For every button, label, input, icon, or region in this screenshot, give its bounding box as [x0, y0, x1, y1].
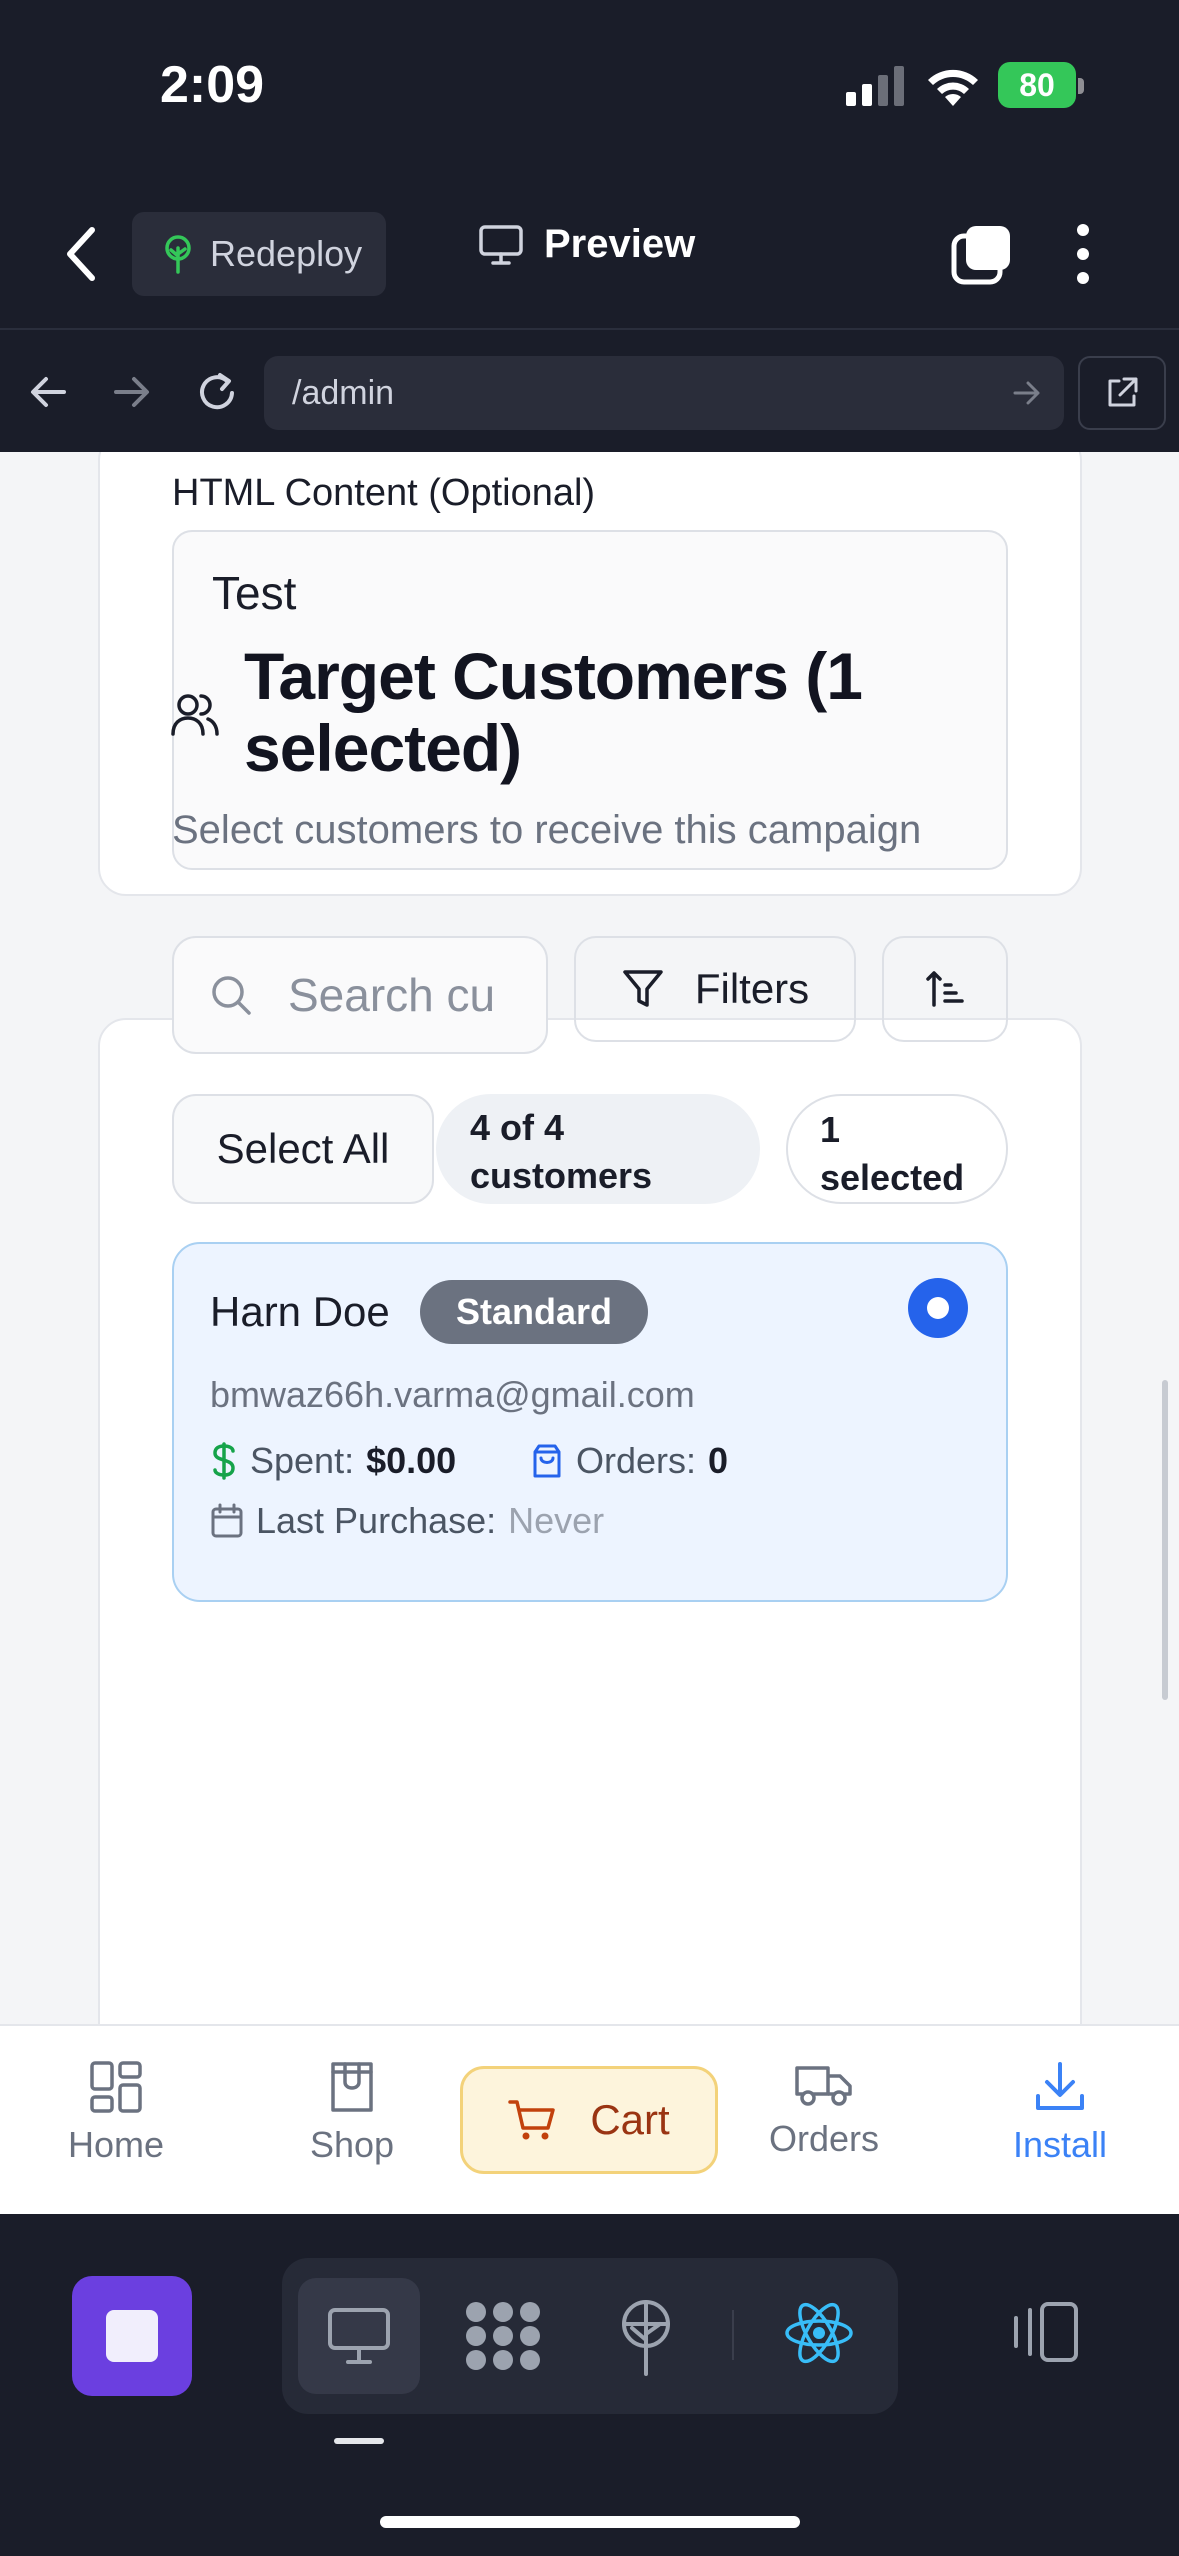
cellular-signal-icon — [846, 66, 904, 106]
customer-tier-badge: Standard — [420, 1280, 648, 1344]
html-content-value: Test — [212, 567, 297, 619]
customer-email: bmwaz66h.varma@gmail.com — [210, 1374, 695, 1415]
search-icon — [212, 976, 251, 1015]
more-options-icon[interactable] — [1075, 222, 1091, 286]
cart-label: Cart — [590, 2096, 670, 2143]
dock-react-button[interactable] — [784, 2300, 854, 2366]
chevron-left-icon[interactable] — [62, 222, 102, 286]
calendar-icon — [211, 1503, 243, 1538]
selected-count-badge: 1 selected — [786, 1094, 1008, 1204]
last-purchase-value: Never — [508, 1500, 605, 1541]
scrollbar[interactable] — [1162, 1380, 1168, 1700]
customer-spent: Spent: $0.00 — [210, 1440, 456, 1482]
grid-icon — [90, 2061, 142, 2113]
battery-indicator: 80 — [998, 62, 1076, 108]
search-placeholder: Search cu — [288, 969, 496, 1021]
redeploy-label: Redeploy — [210, 233, 363, 274]
filter-icon — [623, 970, 663, 1007]
html-content-label: HTML Content (Optional) — [172, 472, 596, 514]
stop-icon — [106, 2310, 158, 2362]
nav-install[interactable]: Install — [960, 2060, 1160, 2166]
preview-label: Preview — [544, 222, 696, 266]
tree-icon — [622, 2300, 670, 2376]
spent-value: $0.00 — [366, 1440, 457, 1481]
sort-ascending-icon — [926, 971, 964, 1007]
shop-icon — [331, 2062, 373, 2112]
dollar-icon — [213, 1442, 235, 1480]
dock-preview-button[interactable] — [298, 2278, 420, 2394]
status-time: 2:09 — [160, 56, 265, 114]
dock-layout-button[interactable] — [1010, 2300, 1080, 2364]
dock-deploy-button[interactable] — [616, 2300, 676, 2376]
nav-shop-label: Shop — [309, 2124, 395, 2165]
go-arrow-icon[interactable] — [1012, 378, 1042, 408]
nav-home[interactable]: Home — [16, 2060, 216, 2166]
shopping-bag-icon — [533, 1444, 561, 1478]
redeploy-button[interactable]: Redeploy — [132, 212, 386, 296]
customer-last-purchase: Last Purchase: Never — [210, 1500, 604, 1542]
sort-button[interactable] — [882, 936, 1008, 1042]
stop-button[interactable] — [72, 2276, 192, 2396]
customer-search-input[interactable]: Search cu — [172, 936, 548, 1054]
select-all-label: Select All — [216, 1125, 390, 1172]
dock-separator — [732, 2310, 734, 2360]
tree-icon — [165, 235, 191, 274]
arrow-left-icon[interactable] — [28, 372, 68, 412]
target-customers-subtitle: Select customers to receive this campaig… — [172, 808, 922, 852]
nav-shop[interactable]: Shop — [252, 2060, 452, 2166]
active-indicator — [334, 2438, 384, 2444]
customer-count-badge: 4 of 4 customers — [436, 1094, 760, 1204]
download-icon — [1036, 2062, 1084, 2110]
cart-button[interactable]: Cart — [460, 2066, 718, 2174]
last-purchase-label: Last Purchase: — [256, 1500, 497, 1541]
nav-orders-label: Orders — [768, 2118, 880, 2159]
select-all-button[interactable]: Select All — [172, 1094, 434, 1204]
orders-value: 0 — [708, 1440, 729, 1481]
users-icon — [171, 694, 219, 736]
orders-label: Orders: — [576, 1440, 697, 1481]
dock-dots-button[interactable] — [464, 2300, 542, 2372]
arrow-right-icon[interactable] — [112, 372, 152, 412]
target-customers-title: Target Customers (1 selected) — [244, 639, 863, 785]
customer-name: Harn Doe — [210, 1288, 390, 1335]
filters-label: Filters — [694, 965, 810, 1012]
react-icon — [785, 2302, 853, 2364]
nav-orders[interactable]: Orders — [724, 2060, 924, 2160]
tabs-switcher-icon[interactable] — [950, 222, 1014, 286]
monitor-icon — [328, 2308, 390, 2364]
home-indicator[interactable] — [380, 2516, 800, 2528]
battery-level: 80 — [1019, 66, 1055, 103]
external-link-icon — [1108, 377, 1138, 407]
spent-label: Spent: — [250, 1440, 355, 1481]
radio-dot — [927, 1297, 949, 1319]
url-text: /admin — [292, 373, 395, 412]
url-input[interactable]: /admin — [264, 356, 1064, 430]
dots-grid-icon — [466, 2302, 540, 2370]
nav-home-label: Home — [67, 2124, 165, 2165]
panel-layout-icon — [1014, 2302, 1078, 2362]
preview-tab[interactable]: Preview — [478, 222, 695, 267]
customer-orders: Orders: 0 — [530, 1440, 728, 1482]
nav-install-label: Install — [1012, 2124, 1108, 2165]
customer-select-radio[interactable] — [908, 1278, 968, 1338]
filters-button[interactable]: Filters — [574, 936, 856, 1042]
open-external-button[interactable] — [1078, 356, 1166, 430]
monitor-icon — [479, 224, 523, 265]
truck-icon — [795, 2066, 852, 2106]
shopping-cart-icon — [508, 2100, 556, 2140]
wifi-icon — [928, 69, 978, 106]
reload-icon[interactable] — [194, 370, 240, 416]
battery-tip — [1078, 78, 1084, 94]
